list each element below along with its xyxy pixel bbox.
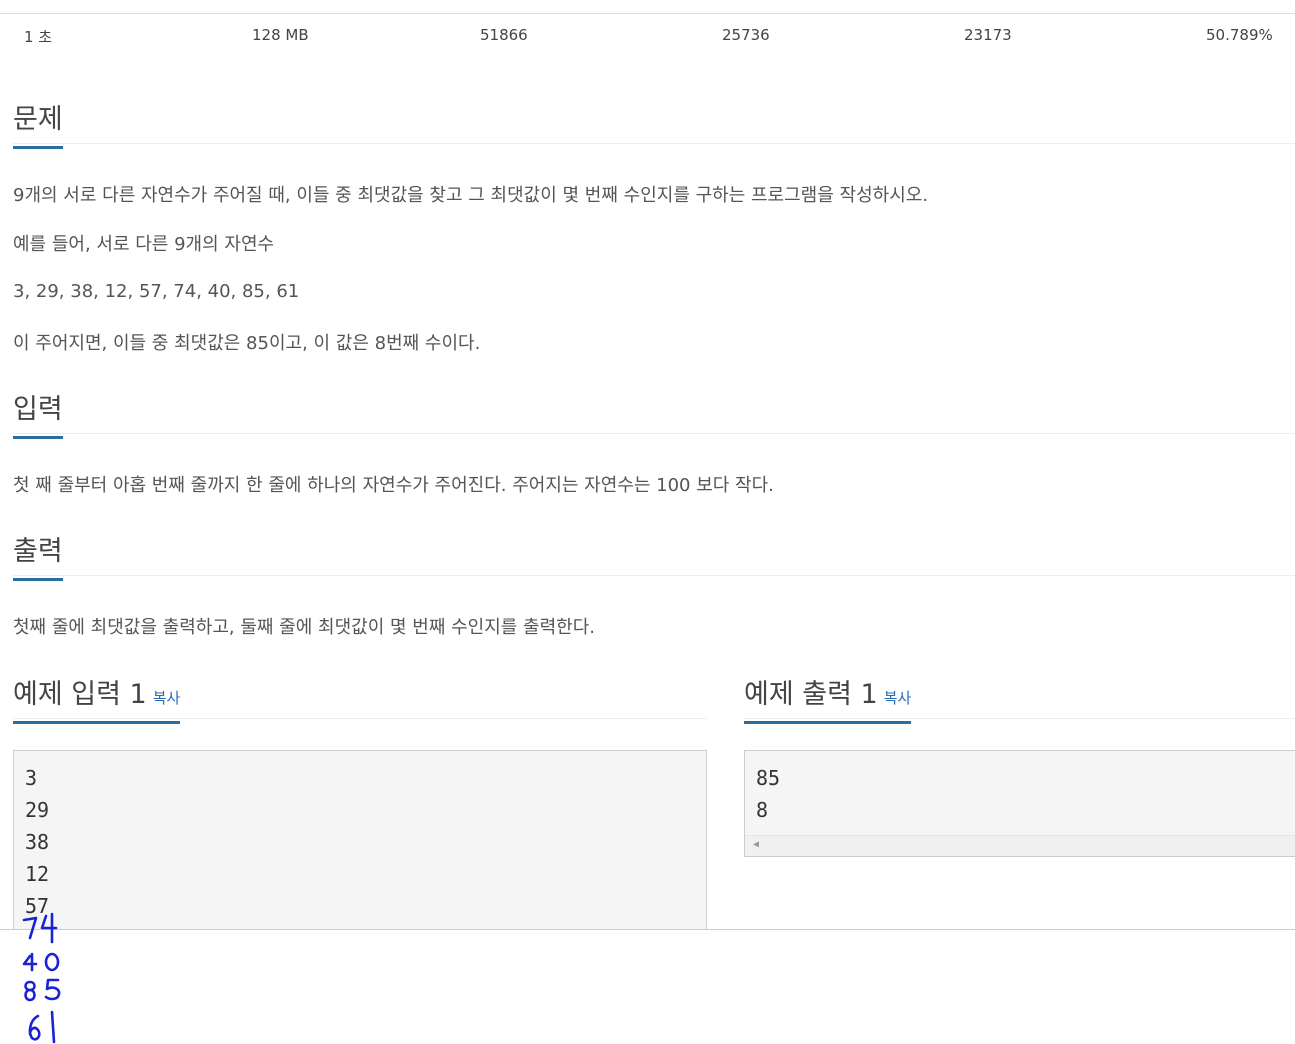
handwritten-numbers-annotation	[22, 912, 61, 1044]
time-limit: 1 초	[24, 28, 53, 46]
output-description: 첫째 줄에 최댓값을 출력하고, 둘째 줄에 최댓값이 몇 번째 수인지를 출력…	[13, 617, 596, 638]
sample-input-line: 57	[25, 894, 50, 918]
sample-input-title-wrap: 예제 입력 1 복사	[13, 672, 181, 724]
page-bottom-divider	[0, 929, 1295, 930]
sample-output-header: 예제 출력 1 복사	[744, 672, 1295, 724]
accuracy-rate: 50.789%	[1206, 26, 1273, 44]
problem-section-header: 문제	[13, 97, 1295, 149]
section-divider	[744, 718, 1295, 719]
sample-input-line: 12	[25, 862, 50, 886]
problem-description: 9개의 서로 다른 자연수가 주어질 때, 이들 중 최댓값을 찾고 그 최댓값…	[13, 185, 929, 206]
input-description: 첫 째 줄부터 아홉 번째 줄까지 한 줄에 하나의 자연수가 주어진다. 주어…	[13, 475, 774, 496]
problem-stats-row: 1 초 128 MB 51866 25736 23173 50.789%	[0, 13, 1295, 58]
section-divider	[13, 143, 1295, 144]
sample-input-box[interactable]: 3 29 38 12 57	[13, 750, 707, 930]
accepted: 25736	[722, 26, 770, 44]
section-divider	[13, 575, 1295, 576]
problem-example-result: 이 주어지면, 이들 중 최댓값은 85이고, 이 값은 8번째 수이다.	[13, 333, 481, 354]
scroll-left-arrow-icon[interactable]: ◀	[753, 839, 759, 850]
sample-input-title: 예제 입력 1	[13, 679, 147, 710]
copy-sample-output-button[interactable]: 복사	[884, 689, 912, 707]
sample-input-line: 38	[25, 830, 50, 854]
horizontal-scrollbar[interactable]: ◀	[745, 835, 1295, 856]
problem-heading: 문제	[13, 97, 63, 149]
submissions: 51866	[480, 26, 528, 44]
sample-output-line: 8	[756, 798, 769, 822]
problem-example-intro: 예를 들어, 서로 다른 9개의 자연수	[13, 234, 275, 255]
sample-output-box[interactable]: 85 8 ◀	[744, 750, 1295, 857]
solved-users: 23173	[964, 26, 1012, 44]
sample-input-header: 예제 입력 1 복사	[13, 672, 707, 724]
memory-limit: 128 MB	[252, 26, 309, 44]
sample-input-line: 29	[25, 798, 50, 822]
problem-example-numbers: 3, 29, 38, 12, 57, 74, 40, 85, 61	[13, 281, 300, 302]
sample-output-title: 예제 출력 1	[744, 679, 878, 710]
output-section-header: 출력	[13, 529, 1295, 581]
section-divider	[13, 433, 1295, 434]
sample-output-title-wrap: 예제 출력 1 복사	[744, 672, 912, 724]
sample-input-line: 3	[25, 766, 38, 790]
input-heading: 입력	[13, 387, 63, 439]
section-divider	[13, 718, 707, 719]
input-section-header: 입력	[13, 387, 1295, 439]
output-heading: 출력	[13, 529, 63, 581]
sample-output-line: 85	[756, 766, 781, 790]
copy-sample-input-button[interactable]: 복사	[153, 689, 181, 707]
